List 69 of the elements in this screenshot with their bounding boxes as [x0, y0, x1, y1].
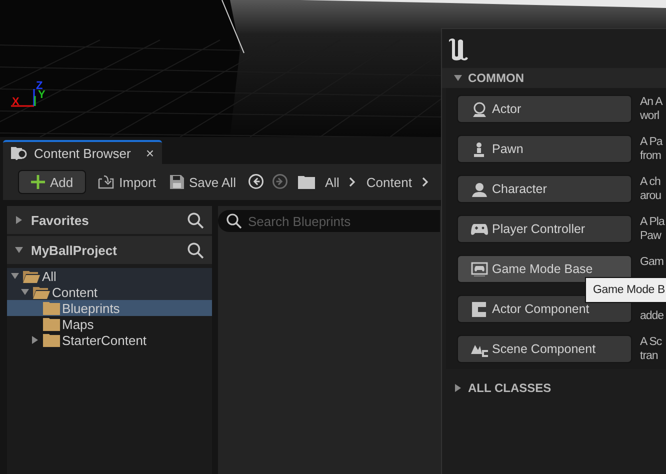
tooltip: Game Mode B [585, 277, 666, 303]
gamepad-icon [470, 223, 488, 235]
person-icon [472, 182, 486, 196]
gamepad-screen-icon [470, 262, 488, 276]
folder-search-icon [11, 146, 28, 160]
class-button[interactable]: Pawn [457, 135, 632, 163]
import-icon [98, 175, 114, 189]
breadcrumb-item[interactable]: Content [366, 174, 412, 190]
tree-item[interactable]: StarterContent [7, 332, 212, 348]
description-text: from [640, 149, 662, 163]
tree-item[interactable]: Content [7, 284, 212, 300]
description-text: A ch [640, 175, 662, 189]
collapse-arrow-icon[interactable] [31, 336, 39, 344]
tree-item[interactable]: Blueprints [7, 300, 212, 316]
section-header[interactable]: ALL CLASSES [442, 377, 666, 399]
axis-label: X [12, 97, 20, 108]
section-title: MyBallProject [31, 242, 117, 258]
open-folder-icon [23, 270, 40, 282]
chevron-right-icon [349, 177, 356, 187]
import-button[interactable]: Import [96, 170, 158, 194]
description-text: A Pa [640, 135, 662, 149]
component-icon [472, 302, 486, 316]
folder-icon [298, 176, 315, 188]
collapse-arrow-icon[interactable] [15, 216, 23, 224]
search-icon [226, 213, 242, 229]
description-text: A Pla [640, 215, 664, 229]
add-button[interactable]: Add [18, 170, 86, 194]
description-text: tran [640, 349, 659, 363]
save-all-button[interactable]: Save All [168, 170, 238, 194]
description-text: arou [640, 189, 662, 203]
description-text: Paw [640, 229, 662, 243]
section-header[interactable]: MyBallProject [7, 236, 212, 264]
search-field[interactable]: Search Blueprints [218, 210, 440, 232]
section-header[interactable]: COMMON [442, 68, 666, 88]
class-button[interactable]: Character [457, 175, 632, 203]
class-button[interactable]: Scene Component [457, 335, 632, 363]
axis-label: Y [38, 90, 46, 101]
tree-item[interactable]: All [7, 268, 212, 284]
description-text: worl [640, 109, 660, 123]
class-button[interactable]: Player Controller [457, 215, 632, 243]
chevron-right-icon [422, 177, 429, 187]
search-icon [187, 242, 204, 258]
expand-arrow-icon[interactable] [454, 74, 462, 82]
description-text: Gam [640, 255, 664, 269]
breadcrumb-item[interactable]: All [324, 174, 340, 190]
section-title: Favorites [31, 212, 89, 228]
description-text: adde [640, 309, 664, 323]
section-title: ALL CLASSES [468, 381, 552, 395]
open-folder-icon [33, 286, 50, 298]
back-icon[interactable] [248, 174, 264, 190]
folder-icon [43, 334, 60, 346]
expand-arrow-icon[interactable] [15, 246, 23, 254]
class-button[interactable]: Game Mode Base [457, 255, 632, 283]
pawn-icon [473, 142, 485, 156]
search-icon [187, 212, 204, 228]
class-button[interactable]: Actor Component [457, 295, 632, 323]
content-browser-tab[interactable]: Content Browser × [3, 140, 162, 164]
description-text: A Sc [640, 335, 662, 349]
class-button[interactable]: Actor [457, 95, 632, 123]
logo-icon [448, 36, 470, 60]
close-button[interactable]: × [146, 145, 154, 161]
section-title: COMMON [468, 71, 524, 85]
description-text: An A [640, 95, 662, 109]
plus-icon [31, 175, 45, 189]
sphere-icon [472, 102, 486, 116]
save-icon [170, 175, 184, 189]
tree-item[interactable]: Maps [7, 316, 212, 332]
collapse-arrow-icon[interactable] [454, 384, 462, 392]
section-header[interactable]: Favorites [7, 206, 212, 234]
